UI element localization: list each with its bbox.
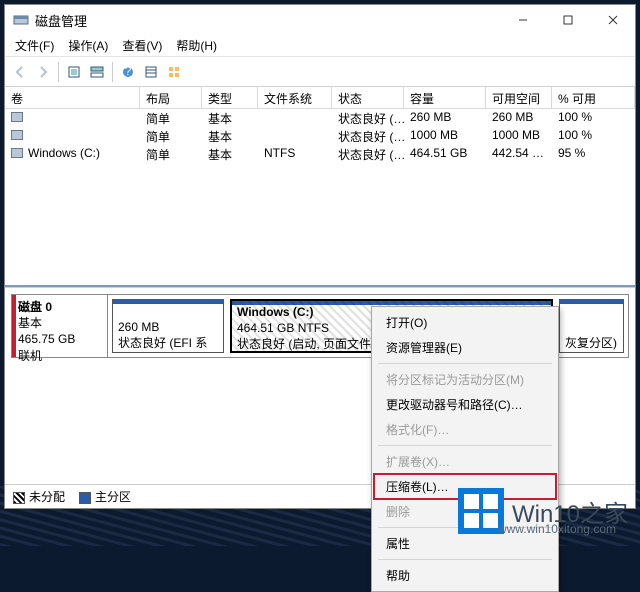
menu-file[interactable]: 文件(F) (9, 35, 60, 56)
ctx-mark-active: 将分区标记为活动分区(M) (374, 367, 556, 392)
col-type[interactable]: 类型 (202, 87, 258, 109)
part-title: Windows (C:) (237, 305, 314, 319)
help-icon[interactable]: ? (117, 61, 139, 83)
svg-text:?: ? (125, 65, 132, 78)
col-pct[interactable]: % 可用 (552, 87, 635, 109)
disk-header[interactable]: 磁盘 0 基本 465.75 GB 联机 (12, 295, 108, 357)
app-icon (13, 12, 29, 28)
partition-efi[interactable]: 260 MB 状态良好 (EFI 系统分区 (112, 299, 224, 353)
back-icon (9, 61, 31, 83)
menu-action[interactable]: 操作(A) (62, 35, 114, 56)
window-title: 磁盘管理 (35, 11, 500, 30)
brand-url: www.win10xitong.com (498, 522, 616, 536)
list-icon[interactable] (140, 61, 162, 83)
close-button[interactable] (590, 5, 635, 35)
part-desc: 灰复分区) (565, 336, 617, 350)
minimize-button[interactable] (500, 5, 545, 35)
menubar: 文件(F) 操作(A) 查看(V) 帮助(H) (5, 35, 635, 57)
col-volume[interactable]: 卷 (5, 87, 140, 109)
disk-state: 联机 (18, 349, 42, 363)
ctx-explorer[interactable]: 资源管理器(E) (374, 335, 556, 360)
ctx-open[interactable]: 打开(O) (374, 310, 556, 335)
disk-label: 磁盘 0 (18, 300, 52, 314)
ctx-help[interactable]: 帮助 (374, 563, 556, 588)
disk-size: 465.75 GB (18, 332, 75, 346)
refresh-icon[interactable] (63, 61, 85, 83)
col-layout[interactable]: 布局 (140, 87, 202, 109)
col-fs[interactable]: 文件系统 (258, 87, 332, 109)
partition-recovery[interactable]: 灰复分区) (559, 299, 624, 353)
menu-help[interactable]: 帮助(H) (170, 35, 223, 56)
table-row[interactable]: 简单基本状态良好 (…260 MB260 MB100 % (5, 109, 635, 127)
disk-type: 基本 (18, 316, 42, 330)
part-size: 464.51 GB NTFS (237, 321, 329, 335)
part-desc: 状态良好 (启动, 页面文件, 故 (237, 337, 390, 351)
table-row[interactable]: Windows (C:)简单基本NTFS状态良好 (…464.51 GB442.… (5, 145, 635, 163)
col-status[interactable]: 状态 (332, 87, 404, 109)
part-size: 260 MB (118, 320, 159, 334)
legend-primary: 主分区 (79, 488, 131, 505)
ctx-change-path[interactable]: 更改驱动器号和路径(C)… (374, 392, 556, 417)
menu-view[interactable]: 查看(V) (116, 35, 168, 56)
table-row[interactable]: 简单基本状态良好 (…1000 MB1000 MB100 % (5, 127, 635, 145)
maximize-button[interactable] (545, 5, 590, 35)
ctx-format: 格式化(F)… (374, 417, 556, 442)
column-headers: 卷 布局 类型 文件系统 状态 容量 可用空间 % 可用 (5, 87, 635, 109)
watermark: Win10之家 www.win10xitong.com (458, 488, 628, 534)
grid-icon[interactable] (163, 61, 185, 83)
legend-unallocated: 未分配 (13, 488, 65, 505)
toolbar: ? (5, 57, 635, 87)
ctx-extend: 扩展卷(X)… (374, 449, 556, 474)
context-menu: 打开(O) 资源管理器(E) 将分区标记为活动分区(M) 更改驱动器号和路径(C… (371, 306, 559, 592)
col-free[interactable]: 可用空间 (486, 87, 552, 109)
volume-list: 卷 布局 类型 文件系统 状态 容量 可用空间 % 可用 简单基本状态良好 (…… (5, 87, 635, 287)
part-desc: 状态良好 (EFI 系统分区 (118, 336, 207, 353)
col-capacity[interactable]: 容量 (404, 87, 486, 109)
forward-icon (32, 61, 54, 83)
view-top-icon[interactable] (86, 61, 108, 83)
titlebar: 磁盘管理 (5, 5, 635, 35)
